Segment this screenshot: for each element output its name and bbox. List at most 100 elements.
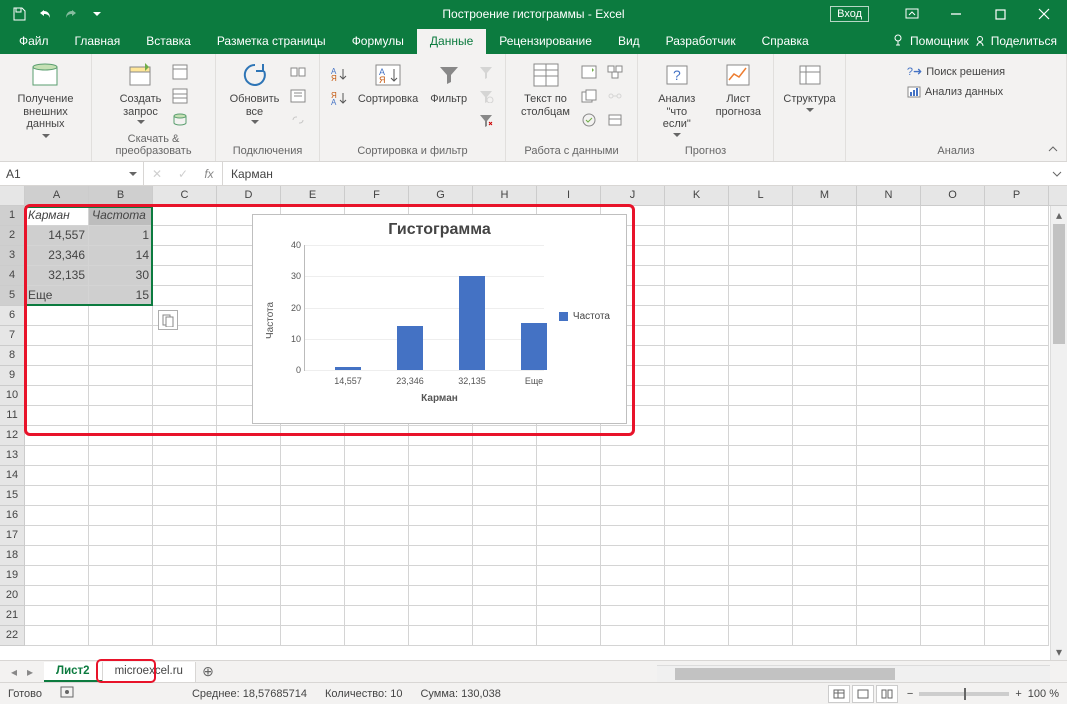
cell-A12[interactable]: [25, 426, 89, 446]
cell-K15[interactable]: [665, 486, 729, 506]
cell-P8[interactable]: [985, 346, 1049, 366]
cell-L10[interactable]: [729, 386, 793, 406]
sort-desc-icon[interactable]: ЯА: [328, 87, 350, 109]
cell-I21[interactable]: [537, 606, 601, 626]
row-header-7[interactable]: 7: [0, 326, 25, 346]
remove-duplicates-icon[interactable]: [578, 85, 600, 107]
cell-P18[interactable]: [985, 546, 1049, 566]
column-header-M[interactable]: M: [793, 186, 857, 205]
reapply-icon[interactable]: [475, 85, 497, 107]
cell-A14[interactable]: [25, 466, 89, 486]
ribbon-tab-разработчик[interactable]: Разработчик: [653, 29, 749, 54]
cell-C17[interactable]: [153, 526, 217, 546]
cell-F19[interactable]: [345, 566, 409, 586]
cell-M19[interactable]: [793, 566, 857, 586]
close-icon[interactable]: [1023, 0, 1065, 28]
cell-K7[interactable]: [665, 326, 729, 346]
cell-C16[interactable]: [153, 506, 217, 526]
cell-F22[interactable]: [345, 626, 409, 646]
cell-N9[interactable]: [857, 366, 921, 386]
cell-D12[interactable]: [217, 426, 281, 446]
cell-B18[interactable]: [89, 546, 153, 566]
cell-N21[interactable]: [857, 606, 921, 626]
cell-C10[interactable]: [153, 386, 217, 406]
cell-I16[interactable]: [537, 506, 601, 526]
cell-J19[interactable]: [601, 566, 665, 586]
row-header-11[interactable]: 11: [0, 406, 25, 426]
cell-O1[interactable]: [921, 206, 985, 226]
cell-M9[interactable]: [793, 366, 857, 386]
cell-K10[interactable]: [665, 386, 729, 406]
cell-O13[interactable]: [921, 446, 985, 466]
cell-B2[interactable]: 1: [89, 226, 153, 246]
redo-icon[interactable]: [60, 3, 82, 25]
scroll-thumb-h[interactable]: [675, 668, 895, 680]
cell-K22[interactable]: [665, 626, 729, 646]
cell-F17[interactable]: [345, 526, 409, 546]
cell-P2[interactable]: [985, 226, 1049, 246]
column-header-I[interactable]: I: [537, 186, 601, 205]
outline-button[interactable]: Структура: [779, 57, 839, 114]
cell-K1[interactable]: [665, 206, 729, 226]
scroll-up-icon[interactable]: ▴: [1051, 206, 1067, 223]
sheet-nav-next[interactable]: ▸: [22, 665, 38, 679]
cell-N12[interactable]: [857, 426, 921, 446]
cell-L20[interactable]: [729, 586, 793, 606]
cell-O4[interactable]: [921, 266, 985, 286]
column-header-C[interactable]: C: [153, 186, 217, 205]
row-header-4[interactable]: 4: [0, 266, 25, 286]
paste-options-icon[interactable]: [158, 310, 178, 330]
cell-C8[interactable]: [153, 346, 217, 366]
cell-M15[interactable]: [793, 486, 857, 506]
cell-G20[interactable]: [409, 586, 473, 606]
zoom-slider[interactable]: − + 100 %: [907, 688, 1059, 700]
maximize-icon[interactable]: [979, 0, 1021, 28]
cell-K13[interactable]: [665, 446, 729, 466]
ribbon-tab-вставка[interactable]: Вставка: [133, 29, 204, 54]
cell-O9[interactable]: [921, 366, 985, 386]
cell-C11[interactable]: [153, 406, 217, 426]
save-icon[interactable]: [8, 3, 30, 25]
cell-O21[interactable]: [921, 606, 985, 626]
select-all-corner[interactable]: [0, 186, 25, 205]
cell-L22[interactable]: [729, 626, 793, 646]
undo-icon[interactable]: [34, 3, 56, 25]
cell-L2[interactable]: [729, 226, 793, 246]
horizontal-scrollbar[interactable]: [657, 665, 1050, 682]
cell-C1[interactable]: [153, 206, 217, 226]
consolidate-icon[interactable]: [604, 61, 626, 83]
recent-sources-icon[interactable]: [169, 109, 191, 131]
cell-M7[interactable]: [793, 326, 857, 346]
row-header-15[interactable]: 15: [0, 486, 25, 506]
cell-I18[interactable]: [537, 546, 601, 566]
cell-B4[interactable]: 30: [89, 266, 153, 286]
cell-O3[interactable]: [921, 246, 985, 266]
cell-H21[interactable]: [473, 606, 537, 626]
cell-K3[interactable]: [665, 246, 729, 266]
cell-N6[interactable]: [857, 306, 921, 326]
cell-C19[interactable]: [153, 566, 217, 586]
new-query-button[interactable]: Создать запрос: [116, 57, 166, 126]
cell-M8[interactable]: [793, 346, 857, 366]
cell-F16[interactable]: [345, 506, 409, 526]
cell-O8[interactable]: [921, 346, 985, 366]
cell-J12[interactable]: [601, 426, 665, 446]
column-header-L[interactable]: L: [729, 186, 793, 205]
cell-B16[interactable]: [89, 506, 153, 526]
cell-L7[interactable]: [729, 326, 793, 346]
cell-L3[interactable]: [729, 246, 793, 266]
cell-F15[interactable]: [345, 486, 409, 506]
cell-N2[interactable]: [857, 226, 921, 246]
ribbon-tab-разметка страницы[interactable]: Разметка страницы: [204, 29, 339, 54]
cell-E20[interactable]: [281, 586, 345, 606]
page-layout-view-icon[interactable]: [852, 685, 874, 703]
cell-D19[interactable]: [217, 566, 281, 586]
cell-A22[interactable]: [25, 626, 89, 646]
cell-O19[interactable]: [921, 566, 985, 586]
cell-L17[interactable]: [729, 526, 793, 546]
cell-F14[interactable]: [345, 466, 409, 486]
cell-O10[interactable]: [921, 386, 985, 406]
cell-B6[interactable]: [89, 306, 153, 326]
column-header-D[interactable]: D: [217, 186, 281, 205]
cell-E19[interactable]: [281, 566, 345, 586]
